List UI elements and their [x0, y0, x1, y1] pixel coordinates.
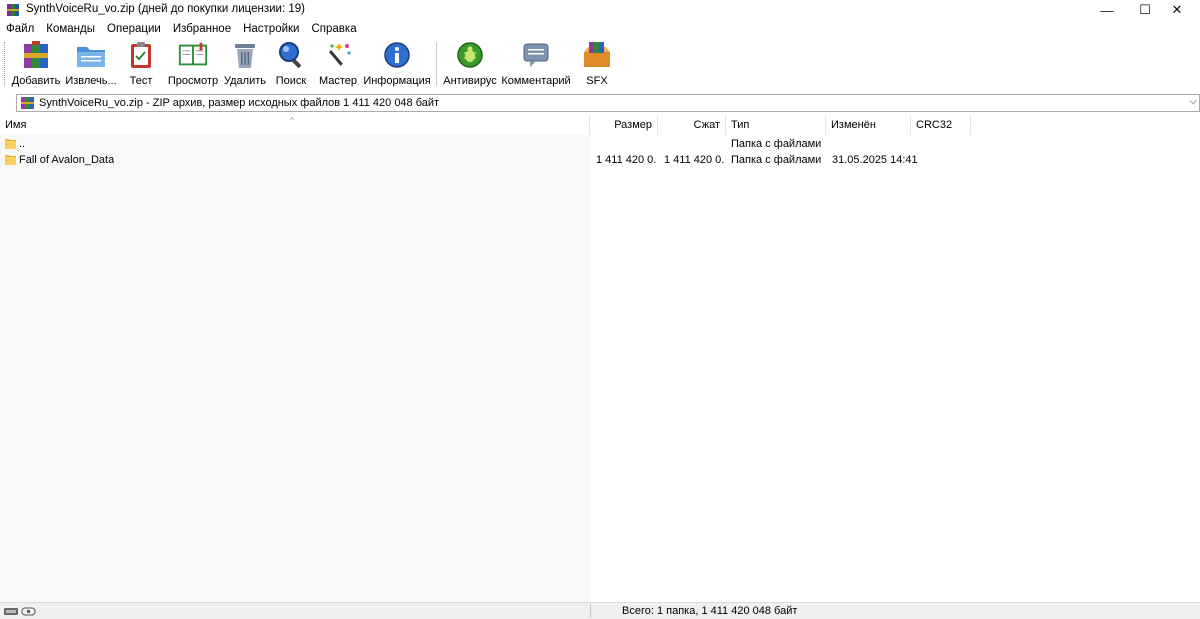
winrar-app-icon[interactable] — [6, 3, 20, 17]
file-name: Fall of Avalon_Data — [19, 154, 115, 166]
archive-icon — [21, 97, 34, 109]
file-name: .. — [19, 138, 26, 150]
sfx-label: SFX — [586, 75, 608, 87]
file-modified: 31.05.2025 14:41 — [832, 154, 918, 166]
extract-button[interactable]: Извлечь... — [65, 40, 117, 88]
add-archive-icon — [24, 41, 48, 68]
add-label: Добавить — [11, 75, 61, 87]
antivirus-button[interactable]: Антивирус — [443, 40, 497, 88]
list-item[interactable]: .. Папка с файлами — [0, 136, 1200, 152]
menu-favorites[interactable]: Избранное — [167, 20, 237, 38]
toolbar-separator — [436, 42, 437, 86]
toolbar-grip[interactable] — [4, 42, 8, 86]
menu-commands[interactable]: Команды — [40, 20, 101, 38]
status-summary: Всего: 1 папка, 1 411 420 048 байт — [622, 605, 798, 617]
title-bar: SynthVoiceRu_vo.zip (дней до покупки лиц… — [0, 0, 1200, 20]
file-type: Папка с файлами — [731, 138, 822, 150]
column-crc32[interactable]: CRC32 — [911, 115, 971, 135]
menu-file[interactable]: Файл — [0, 20, 40, 38]
menu-bar: Файл Команды Операции Избранное Настройк… — [0, 20, 1200, 38]
status-bar: Всего: 1 папка, 1 411 420 048 байт — [0, 602, 1200, 619]
menu-help[interactable]: Справка — [305, 20, 362, 38]
folder-up-icon — [5, 139, 16, 149]
file-packed — [658, 136, 722, 152]
add-button[interactable]: Добавить — [12, 40, 60, 88]
file-size — [590, 136, 654, 152]
list-item[interactable]: Fall of Avalon_Data 1 411 420 0... 1 411… — [0, 152, 1200, 168]
toolbar: Добавить Извлечь... Тест Просмотр Удалит… — [0, 38, 1200, 90]
file-type: Папка с файлами — [731, 154, 822, 166]
info-label: Информация — [363, 75, 431, 87]
view-book-icon — [178, 42, 208, 66]
comment-button[interactable]: Комментарий — [501, 40, 571, 88]
trash-bin-icon — [235, 44, 255, 68]
info-icon — [384, 42, 410, 68]
sfx-button[interactable]: SFX — [579, 40, 615, 88]
address-bar[interactable]: SynthVoiceRu_vo.zip - ZIP архив, размер … — [16, 94, 1200, 112]
find-label: Поиск — [275, 75, 307, 87]
test-button[interactable]: Тест — [124, 40, 158, 88]
file-list: Имя ^ Размер Сжат Тип Изменён CRC32 .. П… — [0, 115, 1200, 602]
menu-operations[interactable]: Операции — [101, 20, 167, 38]
chevron-down-icon[interactable]: ⌵ — [1189, 96, 1197, 107]
view-button[interactable]: Просмотр — [168, 40, 218, 88]
magic-wand-icon — [329, 43, 351, 66]
column-header: Имя ^ Размер Сжат Тип Изменён CRC32 — [0, 115, 1200, 135]
comment-label: Комментарий — [501, 75, 571, 87]
find-button[interactable]: Поиск — [273, 40, 309, 88]
drive-status-icon[interactable] — [4, 605, 36, 617]
sort-ascending-icon: ^ — [290, 116, 294, 125]
folder-icon — [5, 155, 16, 165]
column-type[interactable]: Тип — [726, 115, 826, 135]
extract-folder-icon — [77, 47, 105, 67]
antivirus-bug-icon — [457, 42, 483, 68]
file-packed: 1 411 420 0... — [664, 154, 724, 166]
magnifier-icon — [279, 42, 302, 69]
wizard-label: Мастер — [318, 75, 358, 87]
column-modified[interactable]: Изменён — [826, 115, 911, 135]
test-label: Тест — [129, 75, 153, 87]
wizard-button[interactable]: Мастер — [318, 40, 358, 88]
menu-settings[interactable]: Настройки — [237, 20, 305, 38]
status-divider — [590, 604, 591, 618]
antivirus-label: Антивирус — [443, 75, 497, 87]
file-size: 1 411 420 0... — [596, 154, 656, 166]
column-packed[interactable]: Сжат — [658, 115, 726, 135]
extract-label: Извлечь... — [65, 75, 117, 87]
column-size[interactable]: Размер — [590, 115, 658, 135]
comment-bubble-icon — [523, 43, 549, 67]
close-button[interactable]: ✕ — [1154, 0, 1200, 20]
address-text: SynthVoiceRu_vo.zip - ZIP архив, размер … — [39, 97, 440, 109]
delete-button[interactable]: Удалить — [224, 40, 266, 88]
column-name[interactable]: Имя ^ — [0, 115, 590, 135]
window-title: SynthVoiceRu_vo.zip (дней до покупки лиц… — [26, 3, 305, 15]
sfx-box-icon — [584, 42, 610, 67]
name-column-background — [0, 135, 590, 602]
info-button[interactable]: Информация — [363, 40, 431, 88]
test-clipboard-icon — [131, 42, 151, 68]
delete-label: Удалить — [224, 75, 266, 87]
view-label: Просмотр — [167, 75, 219, 87]
